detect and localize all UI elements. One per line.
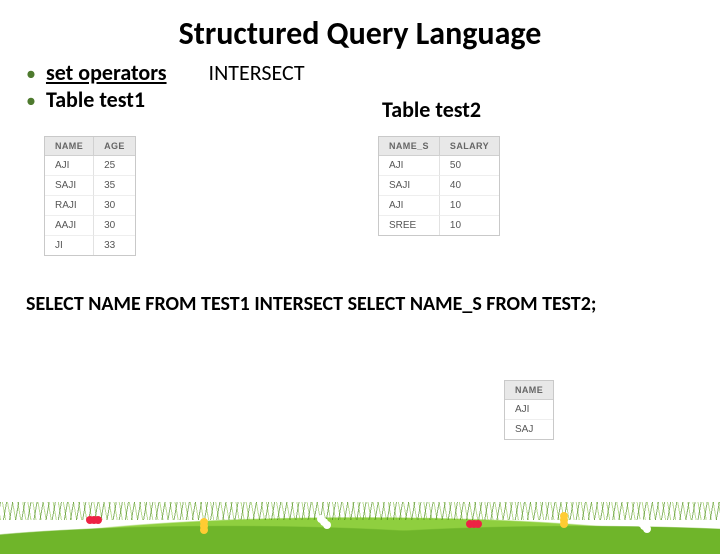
cell: SAJ: [505, 420, 553, 439]
cell: AAJI: [45, 216, 94, 236]
bullet-icon: •: [26, 91, 36, 111]
table-row: AJI: [505, 400, 553, 420]
table2-label: Table test2: [382, 96, 481, 123]
page-title: Structured Query Language: [120, 14, 600, 53]
cell: 35: [94, 176, 135, 196]
table-row: SREE10: [379, 216, 499, 235]
table-test2: NAME_S SALARY AJI50 SAJI40 AJI10 SREE10: [378, 136, 500, 236]
cell: SAJI: [379, 176, 440, 196]
cell: 25: [94, 156, 135, 176]
bullet-list: • set operators INTERSECT • Table test1: [26, 59, 720, 113]
table-row: AAJI30: [45, 216, 135, 236]
cell: AJI: [379, 156, 440, 176]
cell: AJI: [379, 196, 440, 216]
table-row: AJI10: [379, 196, 499, 216]
table-test1: NAME AGE AJI25 SAJI35 RAJI30 AAJI30 JI33: [44, 136, 136, 256]
table-result: NAME AJI SAJ: [504, 380, 554, 440]
table1-header-name: NAME: [45, 137, 94, 156]
cell: SREE: [379, 216, 440, 235]
cell: SAJI: [45, 176, 94, 196]
cell: 30: [94, 216, 135, 236]
result-header-name: NAME: [505, 381, 553, 400]
cell: AJI: [45, 156, 94, 176]
table-row: SAJI35: [45, 176, 135, 196]
table1-header-age: AGE: [94, 137, 135, 156]
cell: 40: [440, 176, 499, 196]
cell: 10: [440, 216, 499, 235]
table-row: AJI50: [379, 156, 499, 176]
cell: 50: [440, 156, 499, 176]
decorative-footer-grass: [0, 484, 720, 554]
table-row: JI33: [45, 236, 135, 255]
cell: 10: [440, 196, 499, 216]
table-row: RAJI30: [45, 196, 135, 216]
table-row: AJI25: [45, 156, 135, 176]
cell: 33: [94, 236, 135, 255]
bullet-icon: •: [26, 64, 36, 84]
table-row: SAJI40: [379, 176, 499, 196]
bullet-intersect: INTERSECT: [209, 59, 305, 86]
cell: JI: [45, 236, 94, 255]
table2-header-name: NAME_S: [379, 137, 440, 156]
sql-statement: SELECT NAME FROM TEST1 INTERSECT SELECT …: [26, 292, 666, 317]
cell: RAJI: [45, 196, 94, 216]
cell: AJI: [505, 400, 553, 420]
bullet-table1-label: Table test1: [46, 86, 145, 113]
table-row: SAJ: [505, 420, 553, 439]
bullet-set-operators: set operators: [46, 59, 167, 86]
cell: 30: [94, 196, 135, 216]
table2-header-salary: SALARY: [440, 137, 499, 156]
